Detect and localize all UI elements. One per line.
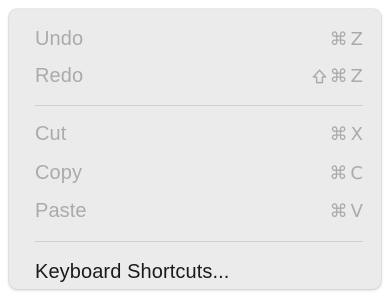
menu-item-label: Cut	[35, 122, 67, 145]
command-icon: ⌘	[329, 162, 348, 184]
command-icon: ⌘	[329, 200, 348, 222]
menu-item-label: Keyboard Shortcuts...	[35, 260, 230, 283]
shortcut-hint: ⌘ Z	[330, 29, 363, 50]
menu-item-keyboard-shortcuts[interactable]: Keyboard Shortcuts...	[35, 257, 363, 287]
command-icon: ⌘	[329, 28, 348, 50]
shift-icon	[312, 68, 327, 84]
shortcut-key: Z	[350, 28, 363, 50]
menu-item-copy[interactable]: Copy ⌘ C	[35, 158, 363, 188]
shortcut-key: C	[350, 162, 363, 184]
menu-item-label: Copy	[35, 161, 83, 184]
shortcut-key: X	[350, 123, 363, 145]
menu-item-label: Redo	[35, 64, 84, 87]
menu-item-undo[interactable]: Undo ⌘ Z	[35, 24, 363, 54]
shortcut-hint: ⌘ Z	[312, 66, 363, 87]
edit-context-menu: Undo ⌘ Z Redo ⌘ Z Cut ⌘ X Copy ⌘ C Paste…	[9, 9, 381, 289]
menu-item-redo[interactable]: Redo ⌘ Z	[35, 61, 363, 91]
command-icon: ⌘	[329, 65, 348, 87]
menu-item-cut[interactable]: Cut ⌘ X	[35, 119, 363, 149]
shortcut-hint: ⌘ X	[330, 124, 363, 145]
menu-separator	[35, 241, 363, 242]
menu-separator	[35, 105, 363, 106]
shortcut-key: Z	[350, 65, 363, 87]
menu-item-paste[interactable]: Paste ⌘ V	[35, 196, 363, 226]
shortcut-hint: ⌘ V	[330, 201, 363, 222]
menu-item-label: Undo	[35, 27, 84, 50]
shortcut-hint: ⌘ C	[329, 163, 363, 184]
menu-item-label: Paste	[35, 199, 87, 222]
shortcut-key: V	[350, 200, 363, 222]
command-icon: ⌘	[329, 123, 348, 145]
